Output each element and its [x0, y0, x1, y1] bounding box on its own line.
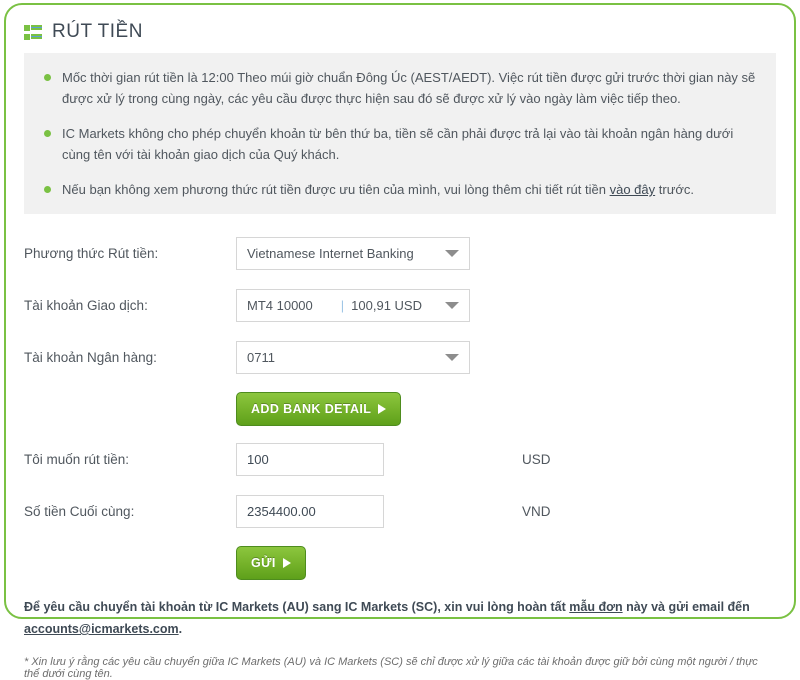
chevron-down-icon [445, 302, 459, 309]
notice-item-1: Mốc thời gian rút tiền là 12:00 Theo múi… [40, 67, 756, 109]
play-arrow-icon [378, 404, 387, 414]
panel-header: RÚT TIỀN [6, 5, 794, 47]
notice-item-3-text-after: trước. [655, 182, 695, 197]
withdrawal-method-value: Vietnamese Internet Banking [247, 245, 414, 261]
withdrawal-method-label: Phương thức Rút tiền: [24, 245, 159, 261]
final-amount-label: Số tiền Cuối cùng: [24, 503, 135, 519]
notice-item-2: IC Markets không cho phép chuyển khoản t… [40, 123, 756, 165]
bank-account-value: 0711 [247, 349, 275, 365]
withdraw-amount-currency: USD [522, 451, 551, 467]
bank-account-label: Tài khoản Ngân hàng: [24, 349, 157, 365]
notice-item-3-text-before: Nếu bạn không xem phương thức rút tiền đ… [62, 182, 610, 197]
transfer-note-before: Để yêu cầu chuyển tài khoản từ IC Market… [24, 600, 570, 614]
trading-account-separator: | [340, 297, 345, 313]
row-withdraw-amount: Tôi muốn rút tiền: 100 USD [24, 442, 776, 476]
row-final-amount: Số tiền Cuối cùng: 2354400.00 VND [24, 494, 776, 528]
withdraw-amount-value: 100 [247, 451, 269, 467]
withdraw-amount-input[interactable]: 100 [236, 442, 384, 476]
withdrawal-method-select[interactable]: Vietnamese Internet Banking [236, 236, 470, 270]
row-withdrawal-method: Phương thức Rút tiền: Vietnamese Interne… [24, 236, 776, 270]
trading-account-select[interactable]: MT4 10000 | 100,91 USD [236, 288, 470, 322]
list-icon [24, 25, 42, 40]
trading-account-name: MT4 10000 [247, 297, 313, 313]
submit-button-label: GỬI [251, 556, 276, 570]
trading-account-balance: 100,91 USD [351, 297, 422, 313]
transfer-form-link[interactable]: mẫu đơn [569, 600, 622, 614]
trading-account-label: Tài khoản Giao dịch: [24, 297, 148, 313]
page-title: RÚT TIỀN [52, 21, 143, 42]
add-bank-detail-button[interactable]: ADD BANK DETAIL [236, 392, 402, 426]
row-submit: GỬI [24, 546, 776, 580]
withdraw-amount-label: Tôi muốn rút tiền: [24, 451, 130, 467]
row-trading-account: Tài khoản Giao dịch: MT4 10000 | 100,91 … [24, 288, 776, 322]
bank-account-select[interactable]: 0711 [236, 340, 470, 374]
add-bank-detail-label: ADD BANK DETAIL [251, 402, 372, 416]
notice-item-3: Nếu bạn không xem phương thức rút tiền đ… [40, 179, 756, 200]
final-amount-value: 2354400.00 [247, 503, 316, 519]
add-withdrawal-details-link[interactable]: vào đây [610, 182, 656, 197]
notice-list: Mốc thời gian rút tiền là 12:00 Theo múi… [40, 67, 756, 200]
transfer-note-middle: này và gửi email đến [622, 600, 750, 614]
final-amount-currency: VND [522, 503, 551, 519]
submit-button[interactable]: GỬI [236, 546, 306, 580]
withdrawal-panel: RÚT TIỀN Mốc thời gian rút tiền là 12:00… [4, 3, 796, 680]
accounts-email-link[interactable]: accounts@icmarkets.com [24, 622, 179, 636]
transfer-request-note: Để yêu cầu chuyển tài khoản từ IC Market… [24, 596, 776, 640]
chevron-down-icon [445, 250, 459, 257]
row-add-bank-detail: ADD BANK DETAIL [24, 392, 776, 426]
withdrawal-form: Phương thức Rút tiền: Vietnamese Interne… [6, 214, 794, 580]
row-bank-account: Tài khoản Ngân hàng: 0711 [24, 340, 776, 374]
notice-box: Mốc thời gian rút tiền là 12:00 Theo múi… [24, 53, 776, 214]
transfer-note-after: . [178, 622, 183, 636]
final-amount-input[interactable]: 2354400.00 [236, 494, 384, 528]
play-arrow-icon [282, 558, 291, 568]
chevron-down-icon [445, 354, 459, 361]
fineprint-disclaimer: * Xin lưu ý rằng các yêu cầu chuyển giữa… [24, 656, 758, 680]
